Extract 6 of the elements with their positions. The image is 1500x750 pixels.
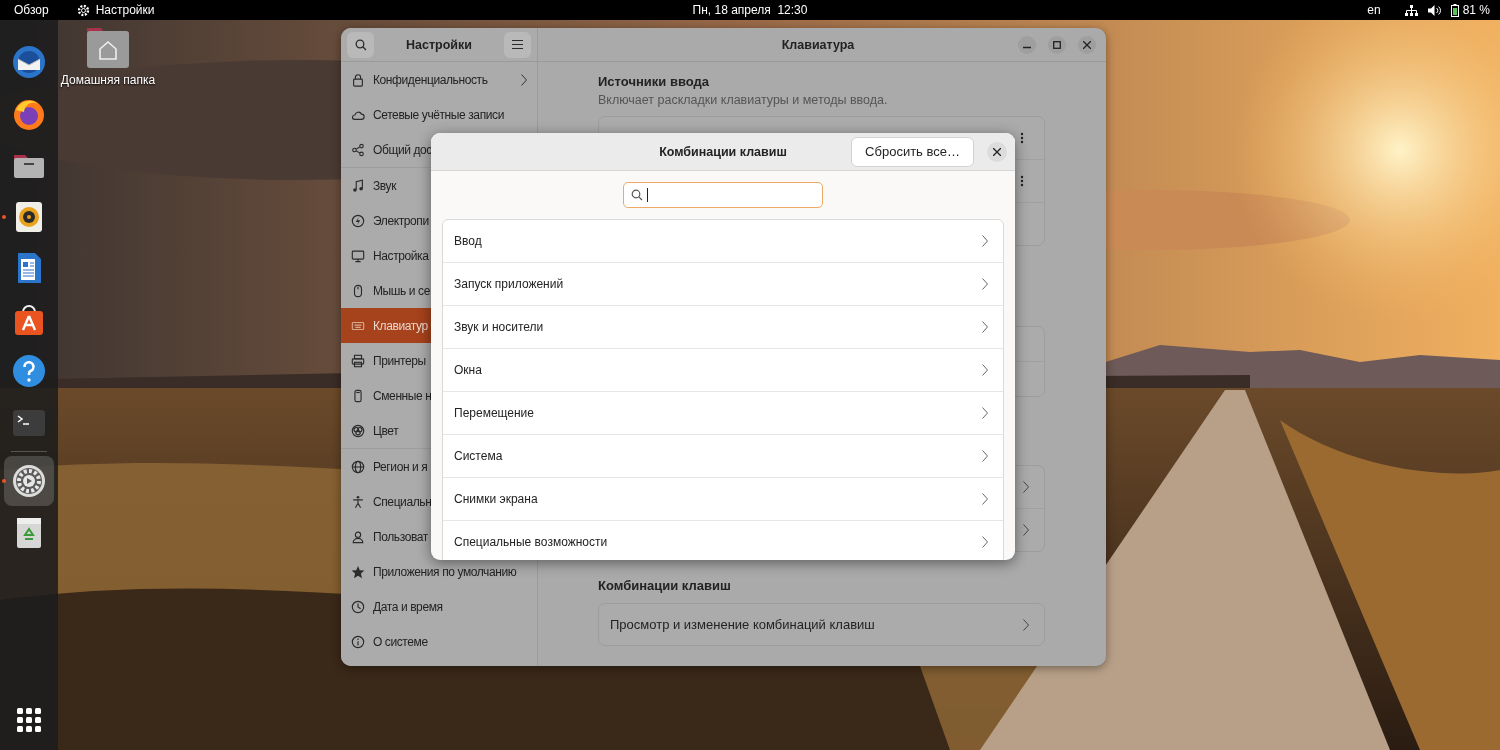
section-description: Включает раскладки клавиатуры и методы ввода. [598, 92, 889, 108]
section-heading: Источники ввода [598, 74, 710, 90]
sidebar-title: Настройки [405, 37, 473, 52]
section-heading: Комбинации клавиш [598, 578, 732, 594]
dialog-title: Комбинации клавиш [659, 144, 787, 159]
page-title: Клавиатура [780, 37, 856, 52]
